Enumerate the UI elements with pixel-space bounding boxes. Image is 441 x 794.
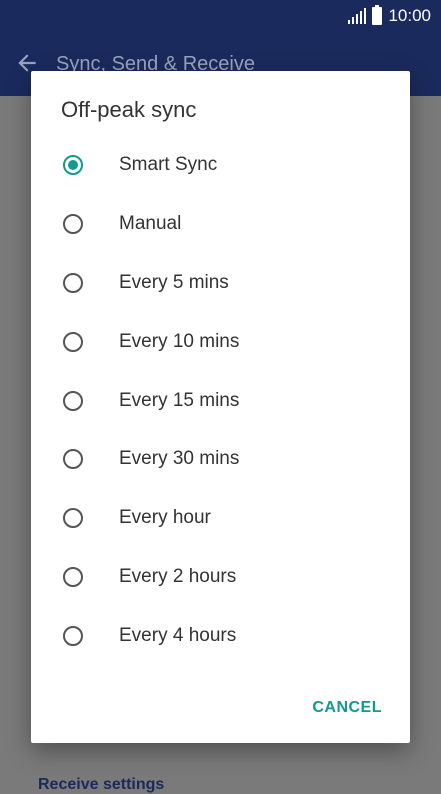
status-icons: 10:00 [348, 5, 431, 26]
radio-unchecked-icon[interactable] [63, 625, 83, 646]
radio-option-every-2-hours[interactable]: Every 2 hours [31, 548, 410, 607]
radio-checked-icon[interactable] [63, 155, 83, 176]
radio-unchecked-icon[interactable] [63, 331, 83, 352]
radio-option-every-10-mins[interactable]: Every 10 mins [31, 312, 410, 371]
radio-option-label: Every 10 mins [119, 330, 240, 352]
radio-options-list: Smart Sync Manual Every 5 mins Every 10 … [31, 136, 410, 665]
radio-option-every-hour[interactable]: Every hour [31, 489, 410, 548]
radio-option-every-5-mins[interactable]: Every 5 mins [31, 254, 410, 313]
radio-unchecked-icon[interactable] [63, 214, 83, 235]
radio-option-every-15-mins[interactable]: Every 15 mins [31, 371, 410, 430]
radio-unchecked-icon[interactable] [63, 449, 83, 470]
radio-unchecked-icon[interactable] [63, 390, 83, 411]
cancel-button[interactable]: CANCEL [312, 699, 382, 717]
radio-option-smart-sync[interactable]: Smart Sync [31, 136, 410, 195]
radio-unchecked-icon[interactable] [63, 566, 83, 587]
battery-icon [372, 5, 383, 25]
radio-unchecked-icon[interactable] [63, 508, 83, 529]
radio-option-label: Every hour [119, 507, 211, 529]
section-heading-partial: Receive settings [38, 776, 165, 793]
status-time: 10:00 [388, 6, 431, 25]
radio-unchecked-icon[interactable] [63, 272, 83, 293]
radio-option-every-4-hours[interactable]: Every 4 hours [31, 606, 410, 665]
signal-icon [348, 8, 367, 24]
radio-option-label: Every 2 hours [119, 565, 237, 587]
dialog-title: Off-peak sync [61, 97, 197, 122]
radio-option-manual[interactable]: Manual [31, 195, 410, 254]
radio-option-label: Every 5 mins [119, 271, 229, 293]
radio-option-every-30-mins[interactable]: Every 30 mins [31, 430, 410, 489]
radio-option-label: Every 30 mins [119, 448, 240, 470]
radio-option-label: Manual [119, 213, 182, 235]
radio-option-label: Smart Sync [119, 154, 218, 176]
off-peak-sync-dialog: Off-peak sync Smart Sync Manual Every 5 … [31, 71, 410, 743]
radio-option-label: Every 15 mins [119, 389, 240, 411]
radio-option-label: Every 4 hours [119, 624, 237, 646]
status-bar: 10:00 [0, 0, 441, 34]
